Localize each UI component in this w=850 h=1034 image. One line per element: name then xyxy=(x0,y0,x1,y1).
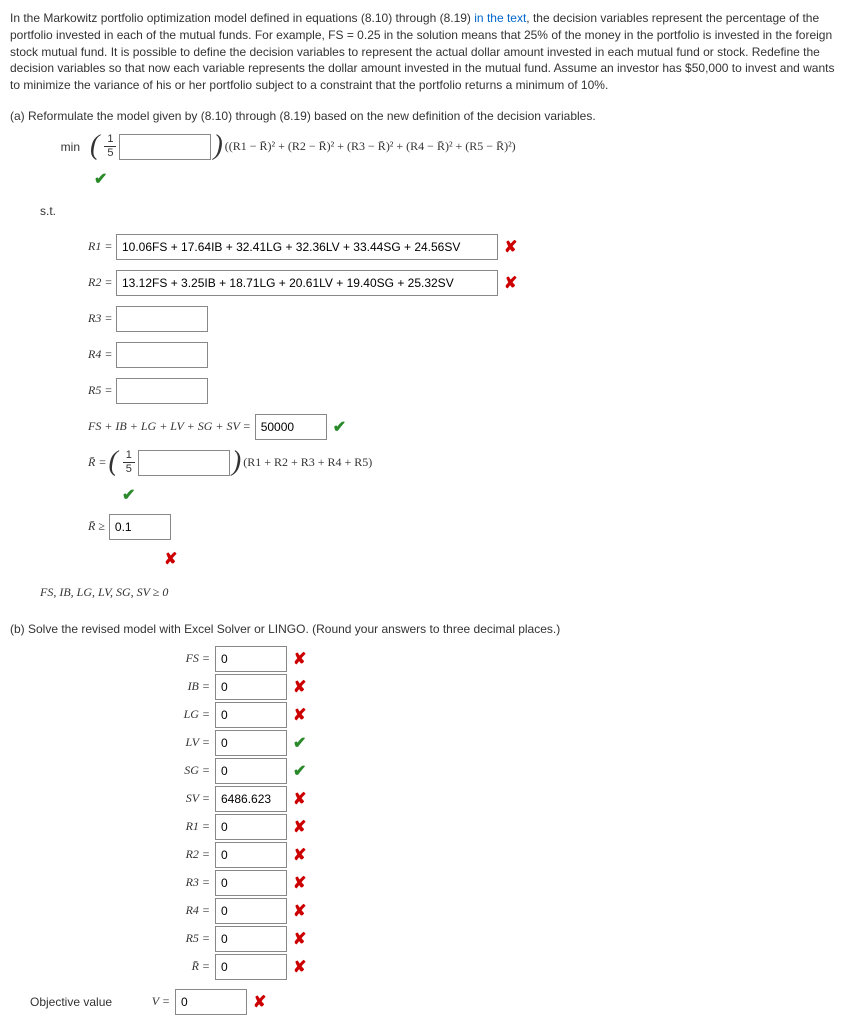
r1-input[interactable] xyxy=(116,234,498,260)
r1-label: R1 = xyxy=(88,239,116,254)
check-icon: ✔ xyxy=(333,417,346,437)
st-label: s.t. xyxy=(40,204,80,218)
r4-res-input[interactable] xyxy=(215,898,287,924)
sg-label: SG = xyxy=(130,763,210,778)
sg-input[interactable] xyxy=(215,758,287,784)
rbar-coef-input[interactable] xyxy=(138,450,230,476)
cross-icon: ✘ xyxy=(293,873,306,893)
r3-input[interactable] xyxy=(116,306,208,332)
r1-res-label: R1 = xyxy=(130,819,210,834)
cross-icon: ✘ xyxy=(504,237,517,257)
cross-icon: ✘ xyxy=(164,551,177,568)
ib-input[interactable] xyxy=(215,674,287,700)
r2-input[interactable] xyxy=(116,270,498,296)
variance-formula: ((R1 − R̄)² + (R2 − R̄)² + (R3 − R̄)² + … xyxy=(225,139,516,154)
cross-icon: ✘ xyxy=(293,649,306,669)
r3-label: R3 = xyxy=(88,311,116,326)
sv-input[interactable] xyxy=(215,786,287,812)
r2-label: R2 = xyxy=(88,275,116,290)
v-label: V = xyxy=(140,994,170,1009)
lparen: ( xyxy=(90,132,99,160)
objval-label: Objective value xyxy=(30,995,140,1009)
lv-label: LV = xyxy=(130,735,210,750)
part-a-label: (a) Reformulate the model given by (8.10… xyxy=(10,109,840,123)
rbar-res-input[interactable] xyxy=(215,954,287,980)
check-icon: ✔ xyxy=(293,761,306,781)
lg-label: LG = xyxy=(130,707,210,722)
rbar-ge-label: R̄ ≥ xyxy=(88,519,105,534)
r4-res-label: R4 = xyxy=(130,903,210,918)
fraction: 15 xyxy=(104,134,116,159)
r5-res-label: R5 = xyxy=(130,931,210,946)
sum-r-formula: (R1 + R2 + R3 + R4 + R5) xyxy=(243,455,372,470)
r5-res-input[interactable] xyxy=(215,926,287,952)
r5-input[interactable] xyxy=(116,378,208,404)
cross-icon: ✘ xyxy=(293,817,306,837)
sv-label: SV = xyxy=(130,791,210,806)
rparen: ) xyxy=(232,448,241,476)
cross-icon: ✘ xyxy=(293,957,306,977)
min-coef-input[interactable] xyxy=(119,134,211,160)
cross-icon: ✘ xyxy=(504,273,517,293)
cross-icon: ✘ xyxy=(293,845,306,865)
lg-input[interactable] xyxy=(215,702,287,728)
nonneg-label: FS, IB, LG, LV, SG, SV ≥ 0 xyxy=(40,585,168,600)
r4-input[interactable] xyxy=(116,342,208,368)
r4-label: R4 = xyxy=(88,347,116,362)
r3-res-label: R3 = xyxy=(130,875,210,890)
r5-label: R5 = xyxy=(88,383,116,398)
cross-icon: ✘ xyxy=(253,992,266,1012)
part-b-label: (b) Solve the revised model with Excel S… xyxy=(10,622,840,636)
cross-icon: ✘ xyxy=(293,789,306,809)
ib-label: IB = xyxy=(130,679,210,694)
lv-input[interactable] xyxy=(215,730,287,756)
rbar-ge-input[interactable] xyxy=(109,514,171,540)
v-input[interactable] xyxy=(175,989,247,1015)
rparen: ) xyxy=(213,132,222,160)
r3-res-input[interactable] xyxy=(215,870,287,896)
sum-label: FS + IB + LG + LV + SG + SV = xyxy=(88,419,251,434)
check-icon: ✔ xyxy=(122,487,135,504)
rbar-label: R̄ = xyxy=(88,455,106,470)
cross-icon: ✘ xyxy=(293,901,306,921)
fraction: 15 xyxy=(123,450,135,475)
fs-input[interactable] xyxy=(215,646,287,672)
r2-res-label: R2 = xyxy=(130,847,210,862)
problem-intro: In the Markowitz portfolio optimization … xyxy=(10,10,840,94)
r1-res-input[interactable] xyxy=(215,814,287,840)
r2-res-input[interactable] xyxy=(215,842,287,868)
sum-input[interactable] xyxy=(255,414,327,440)
check-icon: ✔ xyxy=(293,733,306,753)
min-label: min xyxy=(40,140,80,154)
cross-icon: ✘ xyxy=(293,677,306,697)
fs-label: FS = xyxy=(130,651,210,666)
cross-icon: ✘ xyxy=(293,705,306,725)
lparen: ( xyxy=(108,448,117,476)
check-icon: ✔ xyxy=(94,171,107,188)
cross-icon: ✘ xyxy=(293,929,306,949)
text-link[interactable]: in the text xyxy=(474,11,526,25)
rbar-res-label: R̄ = xyxy=(130,959,210,974)
